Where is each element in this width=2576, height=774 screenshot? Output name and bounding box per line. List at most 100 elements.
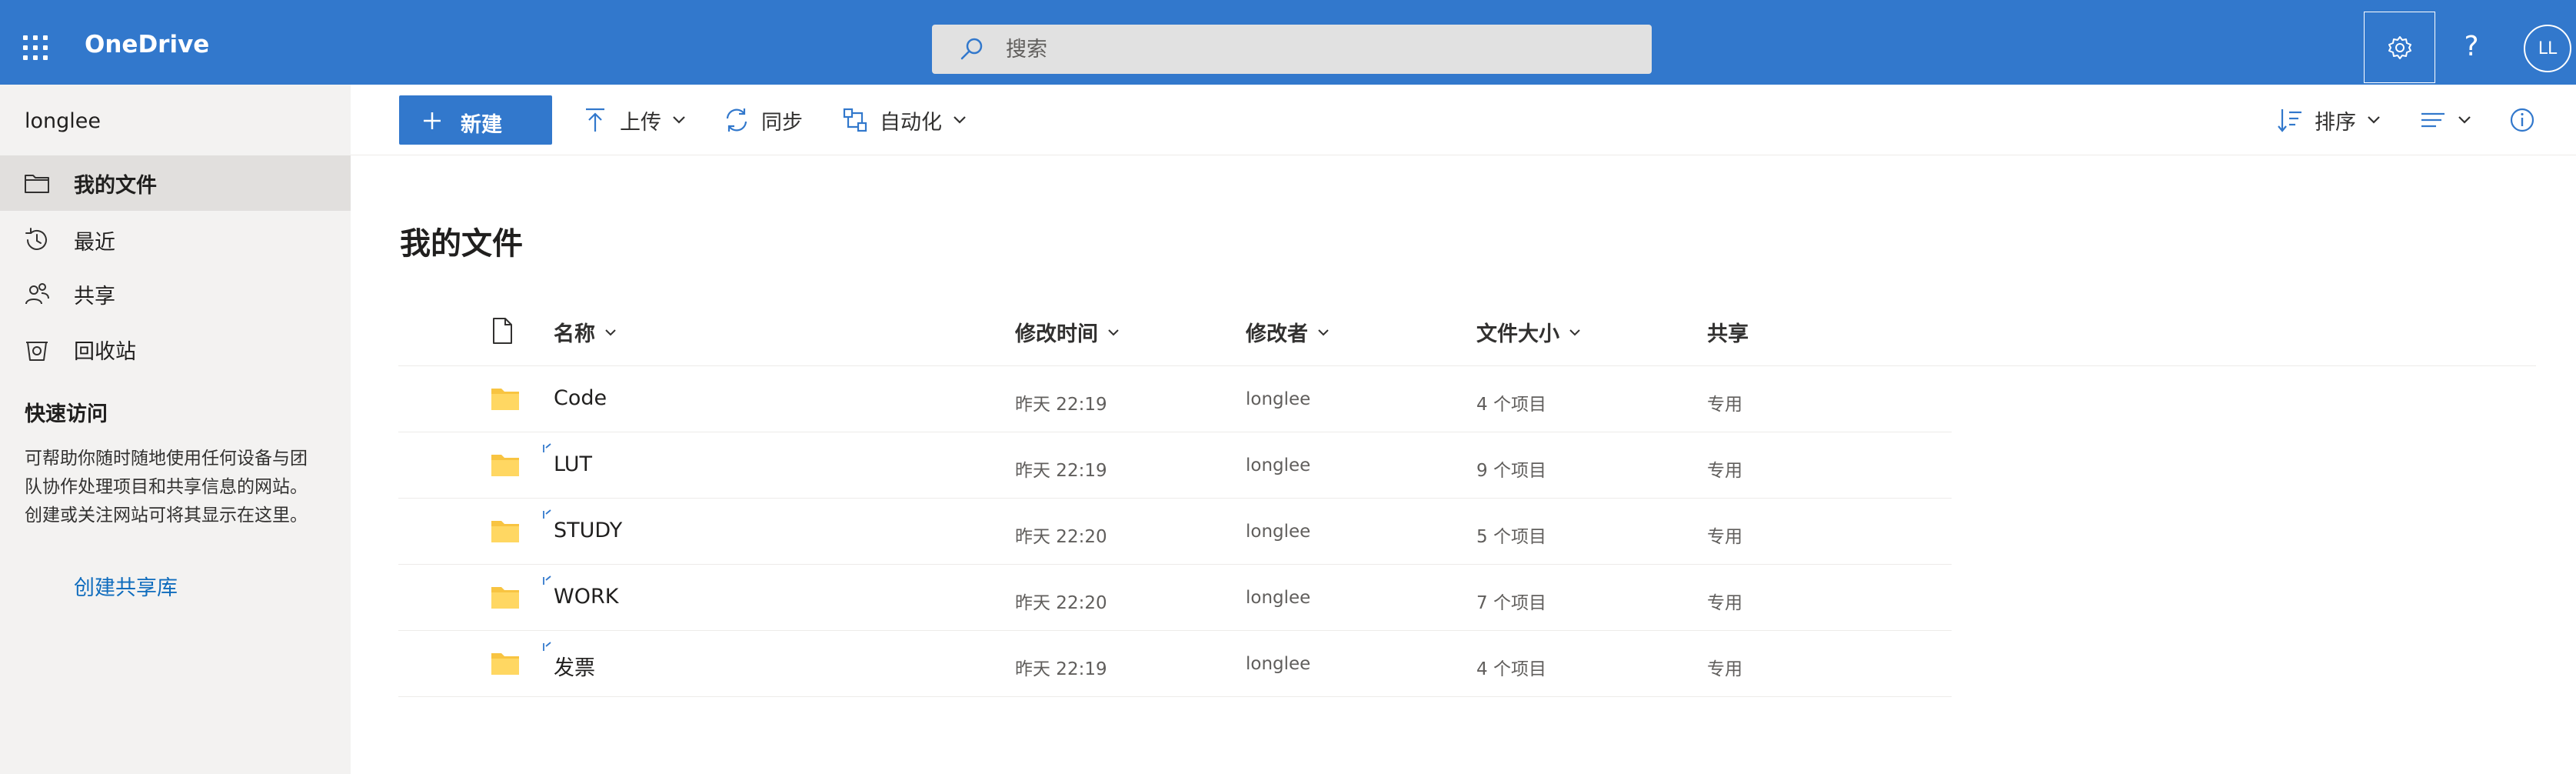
upload-label: 上传 (620, 110, 661, 135)
help-icon: ? (2464, 30, 2479, 62)
sync-label: 同步 (761, 110, 803, 135)
app-title[interactable]: OneDrive (85, 31, 209, 58)
app-launcher-icon[interactable] (23, 35, 48, 60)
help-button[interactable]: ? (2448, 23, 2494, 69)
command-bar: 新建 上传 同步 自动化 排序 (351, 85, 2576, 155)
user-name: longlee (25, 109, 101, 133)
page-title: 我的文件 (400, 226, 523, 262)
file-size: 4 个项目 (1476, 659, 1546, 679)
chevron-down-icon (1318, 329, 1329, 335)
left-navigation: longlee 我的文件 最近 共享 回收站 快速访问 可帮助你随时随地使用任何… (0, 85, 351, 774)
avatar[interactable]: LL (2524, 25, 2571, 72)
column-header-modified-by[interactable]: 修改者 (1246, 317, 1330, 347)
column-header-size[interactable]: 文件大小 (1476, 317, 1581, 347)
sidebar-item-label: 共享 (74, 284, 115, 309)
new-button[interactable]: 新建 (399, 95, 575, 145)
modified-by: longlee (1246, 522, 1311, 542)
table-row[interactable]: LUT 昨天 22:19 longlee 9 个项目 专用 (398, 432, 1952, 499)
sharing-status: 专用 (1707, 461, 1742, 481)
list-view-icon (2421, 112, 2445, 128)
search-input[interactable] (1006, 31, 1621, 68)
modified-by: longlee (1246, 455, 1311, 475)
new-button-label: 新建 (461, 113, 502, 137)
table-row[interactable]: Code 昨天 22:19 longlee 4 个项目 专用 (398, 366, 1952, 432)
sort-icon (2278, 109, 2301, 132)
create-shared-library-link[interactable]: 创建共享库 (74, 571, 178, 601)
settings-button[interactable] (2364, 12, 2435, 83)
sharing-status: 专用 (1707, 659, 1742, 679)
column-header-modified[interactable]: 修改时间 (1015, 317, 1120, 347)
sidebar-item-my-files[interactable]: 我的文件 (0, 155, 351, 211)
chevron-down-icon (2368, 116, 2380, 124)
file-size: 5 个项目 (1476, 527, 1546, 547)
file-name[interactable]: STUDY (554, 519, 622, 542)
chevron-down-icon (954, 116, 966, 124)
people-icon (25, 283, 49, 305)
sync-button[interactable]: 同步 (723, 95, 803, 145)
sidebar-item-recycle-bin[interactable]: 回收站 (0, 322, 351, 377)
file-size: 4 个项目 (1476, 395, 1546, 415)
automate-label: 自动化 (880, 110, 942, 135)
column-header-label: 修改时间 (1015, 322, 1098, 346)
table-row[interactable]: STUDY 昨天 22:20 longlee 5 个项目 专用 (398, 499, 1952, 565)
sharing-status: 专用 (1707, 527, 1742, 547)
upload-button[interactable]: 上传 (581, 95, 686, 145)
file-name[interactable]: 发票 (554, 651, 595, 681)
quick-access-title: 快速访问 (25, 402, 108, 426)
new-item-icon (543, 575, 551, 585)
column-header-label: 名称 (554, 322, 595, 346)
column-header-name[interactable]: 名称 (554, 317, 617, 347)
column-header-label: 修改者 (1246, 322, 1308, 346)
folder-icon (491, 389, 519, 410)
sharing-status: 专用 (1707, 593, 1742, 613)
top-bar: OneDrive ? LL (0, 0, 2576, 85)
file-name[interactable]: WORK (554, 585, 618, 609)
view-options-button[interactable] (2419, 95, 2471, 145)
info-icon (2510, 108, 2534, 132)
sort-label: 排序 (2315, 110, 2356, 135)
modified-time: 昨天 22:19 (1015, 395, 1107, 415)
column-header-label: 文件大小 (1476, 322, 1559, 346)
gear-icon (2388, 35, 2411, 59)
modified-by: longlee (1246, 389, 1311, 409)
chevron-down-icon (2458, 116, 2471, 124)
sidebar-item-label: 我的文件 (74, 173, 157, 198)
column-header-sharing[interactable]: 共享 (1707, 317, 1749, 347)
table-row[interactable]: WORK 昨天 22:20 longlee 7 个项目 专用 (398, 565, 1952, 631)
search-icon (960, 38, 983, 60)
file-name[interactable]: Code (554, 386, 607, 410)
sort-button[interactable]: 排序 (2276, 95, 2381, 145)
folder-icon (491, 587, 519, 609)
file-list-header: 名称 修改时间 修改者 文件大小 共享 (398, 297, 2536, 366)
plus-icon (424, 112, 441, 129)
sidebar-item-label: 最近 (74, 230, 115, 255)
folder-icon (25, 175, 49, 193)
chevron-down-icon (673, 116, 685, 124)
sidebar-item-recent[interactable]: 最近 (0, 212, 351, 268)
file-size: 7 个项目 (1476, 593, 1546, 613)
modified-time: 昨天 22:19 (1015, 659, 1107, 679)
file-name[interactable]: LUT (554, 452, 592, 476)
chevron-down-icon (1108, 329, 1119, 335)
upload-icon (586, 108, 604, 132)
folder-icon (491, 653, 519, 675)
recycle-bin-icon (26, 342, 48, 361)
sync-icon (726, 108, 747, 132)
table-row[interactable]: 发票 昨天 22:19 longlee 4 个项目 专用 (398, 631, 1952, 697)
info-button[interactable] (2508, 95, 2547, 145)
chevron-down-icon (563, 116, 575, 124)
automate-button[interactable]: 自动化 (841, 95, 967, 145)
chevron-down-icon (605, 329, 616, 335)
modified-time: 昨天 22:20 (1015, 593, 1107, 613)
search-box[interactable] (932, 25, 1652, 74)
sidebar-item-shared[interactable]: 共享 (0, 266, 351, 322)
modified-time: 昨天 22:20 (1015, 527, 1107, 547)
chevron-down-icon (1569, 329, 1580, 335)
modified-by: longlee (1246, 654, 1311, 674)
file-type-icon[interactable] (491, 317, 514, 345)
modified-by: longlee (1246, 588, 1311, 608)
new-item-icon (543, 642, 551, 651)
history-icon (25, 228, 47, 250)
folder-icon (491, 455, 519, 476)
automate-icon (843, 108, 867, 132)
